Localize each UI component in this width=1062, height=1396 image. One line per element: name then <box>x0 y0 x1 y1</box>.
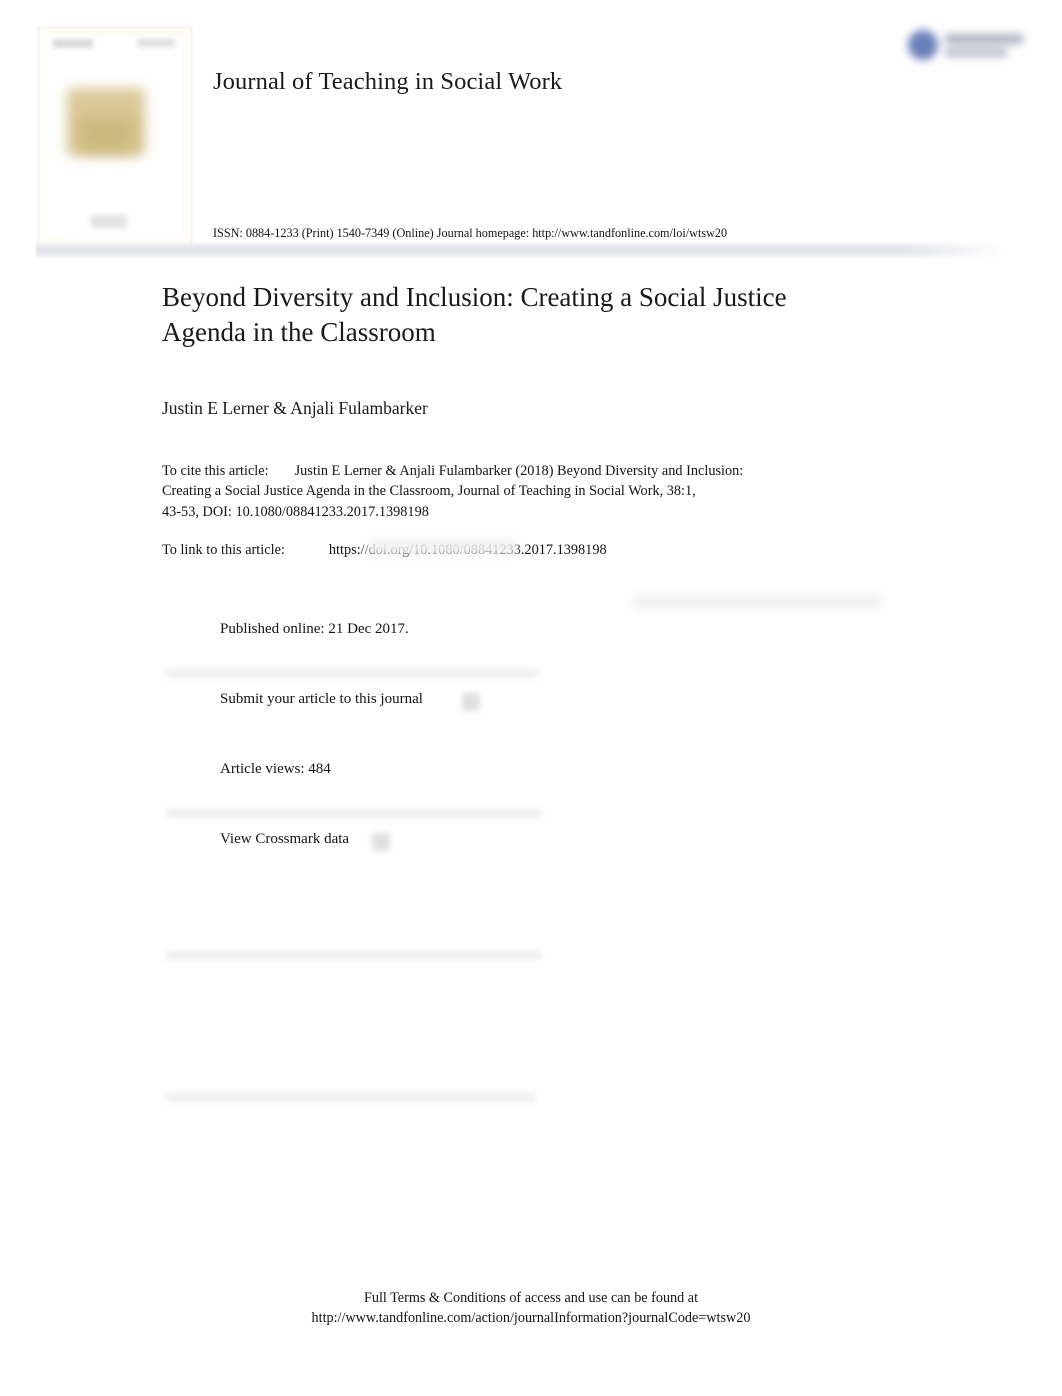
pencil-icon <box>176 687 208 719</box>
article-cover-page: Journal of Teaching in Social Work ISSN:… <box>0 0 1062 1396</box>
article-authors: Justin E Lerner & Anjali Fulambarker <box>162 398 428 418</box>
citation-line-3: 43-53, DOI: 10.1080/08841233.2017.139819… <box>162 503 429 520</box>
external-link-icon[interactable] <box>462 693 480 711</box>
cover-publisher-mark <box>91 215 127 228</box>
article-views-label: Article views: 484 <box>220 761 331 777</box>
action-separator <box>166 1093 536 1102</box>
taylor-francis-logo[interactable] <box>899 25 1029 67</box>
journal-title: Journal of Teaching in Social Work <box>213 68 563 95</box>
cover-top-right-mark <box>137 39 175 47</box>
cover-top-left-mark <box>53 39 93 48</box>
article-block: Beyond Diversity and Inclusion: Creating… <box>162 280 922 609</box>
action-row-view-crossmark[interactable]: View Crossmark data <box>162 815 542 1102</box>
eye-icon <box>176 757 208 789</box>
citation-text-line-1: Justin E Lerner & Anjali Fulambarker (20… <box>294 463 744 479</box>
doi-link-block: To link to this article: https://doi.org/… <box>162 522 922 560</box>
published-online-label: Published online: 21 Dec 2017. <box>220 621 409 637</box>
masthead-separator-band <box>36 243 1018 258</box>
submit-article-label[interactable]: Submit your article to this journal <box>220 691 423 708</box>
view-crossmark-label[interactable]: View Crossmark data <box>220 831 349 848</box>
journal-cover-thumbnail[interactable] <box>38 27 192 247</box>
calendar-icon <box>176 617 208 649</box>
issn-and-homepage-line[interactable]: ISSN: 0884-1233 (Print) 1540-7349 (Onlin… <box>213 226 727 241</box>
taylor-francis-emblem-icon <box>908 30 938 60</box>
link-label: To link to this article: <box>162 541 285 558</box>
cite-label: To cite this article: <box>162 463 269 479</box>
citation-block: To cite this article: Justin E Lerner & A… <box>162 419 882 609</box>
external-link-icon[interactable] <box>372 833 390 851</box>
action-row-submit-article[interactable]: Submit your article to this journal <box>162 675 542 818</box>
journal-masthead: Journal of Teaching in Social Work ISSN:… <box>0 0 1062 262</box>
doi-link[interactable]: https://doi.org/10.1080/08841233.2017.13… <box>329 542 607 558</box>
action-separator <box>166 951 542 960</box>
footer-journal-info-url[interactable]: http://www.tandfonline.com/action/journa… <box>0 1308 1062 1328</box>
action-row-article-views: Article views: 484 <box>162 745 542 960</box>
taylor-francis-wordmark-line2 <box>945 48 1007 57</box>
action-row-published-online: Published online: 21 Dec 2017. <box>162 605 542 678</box>
citation-line-1: To cite this article: Justin E Lerner & A… <box>162 461 852 481</box>
cover-artwork-detail <box>79 116 135 152</box>
citation-line-2: Creating a Social Justice Agenda in the … <box>162 483 696 500</box>
taylor-francis-wordmark-line1 <box>945 34 1023 44</box>
footer-terms-line: Full Terms & Conditions of access and us… <box>363 1290 699 1306</box>
page-footer: Full Terms & Conditions of access and us… <box>0 1288 1062 1328</box>
article-title: Beyond Diversity and Inclusion: Creating… <box>162 282 787 347</box>
article-actions-list: Published online: 21 Dec 2017. Submit yo… <box>162 605 542 1102</box>
crossmark-icon <box>176 827 208 859</box>
